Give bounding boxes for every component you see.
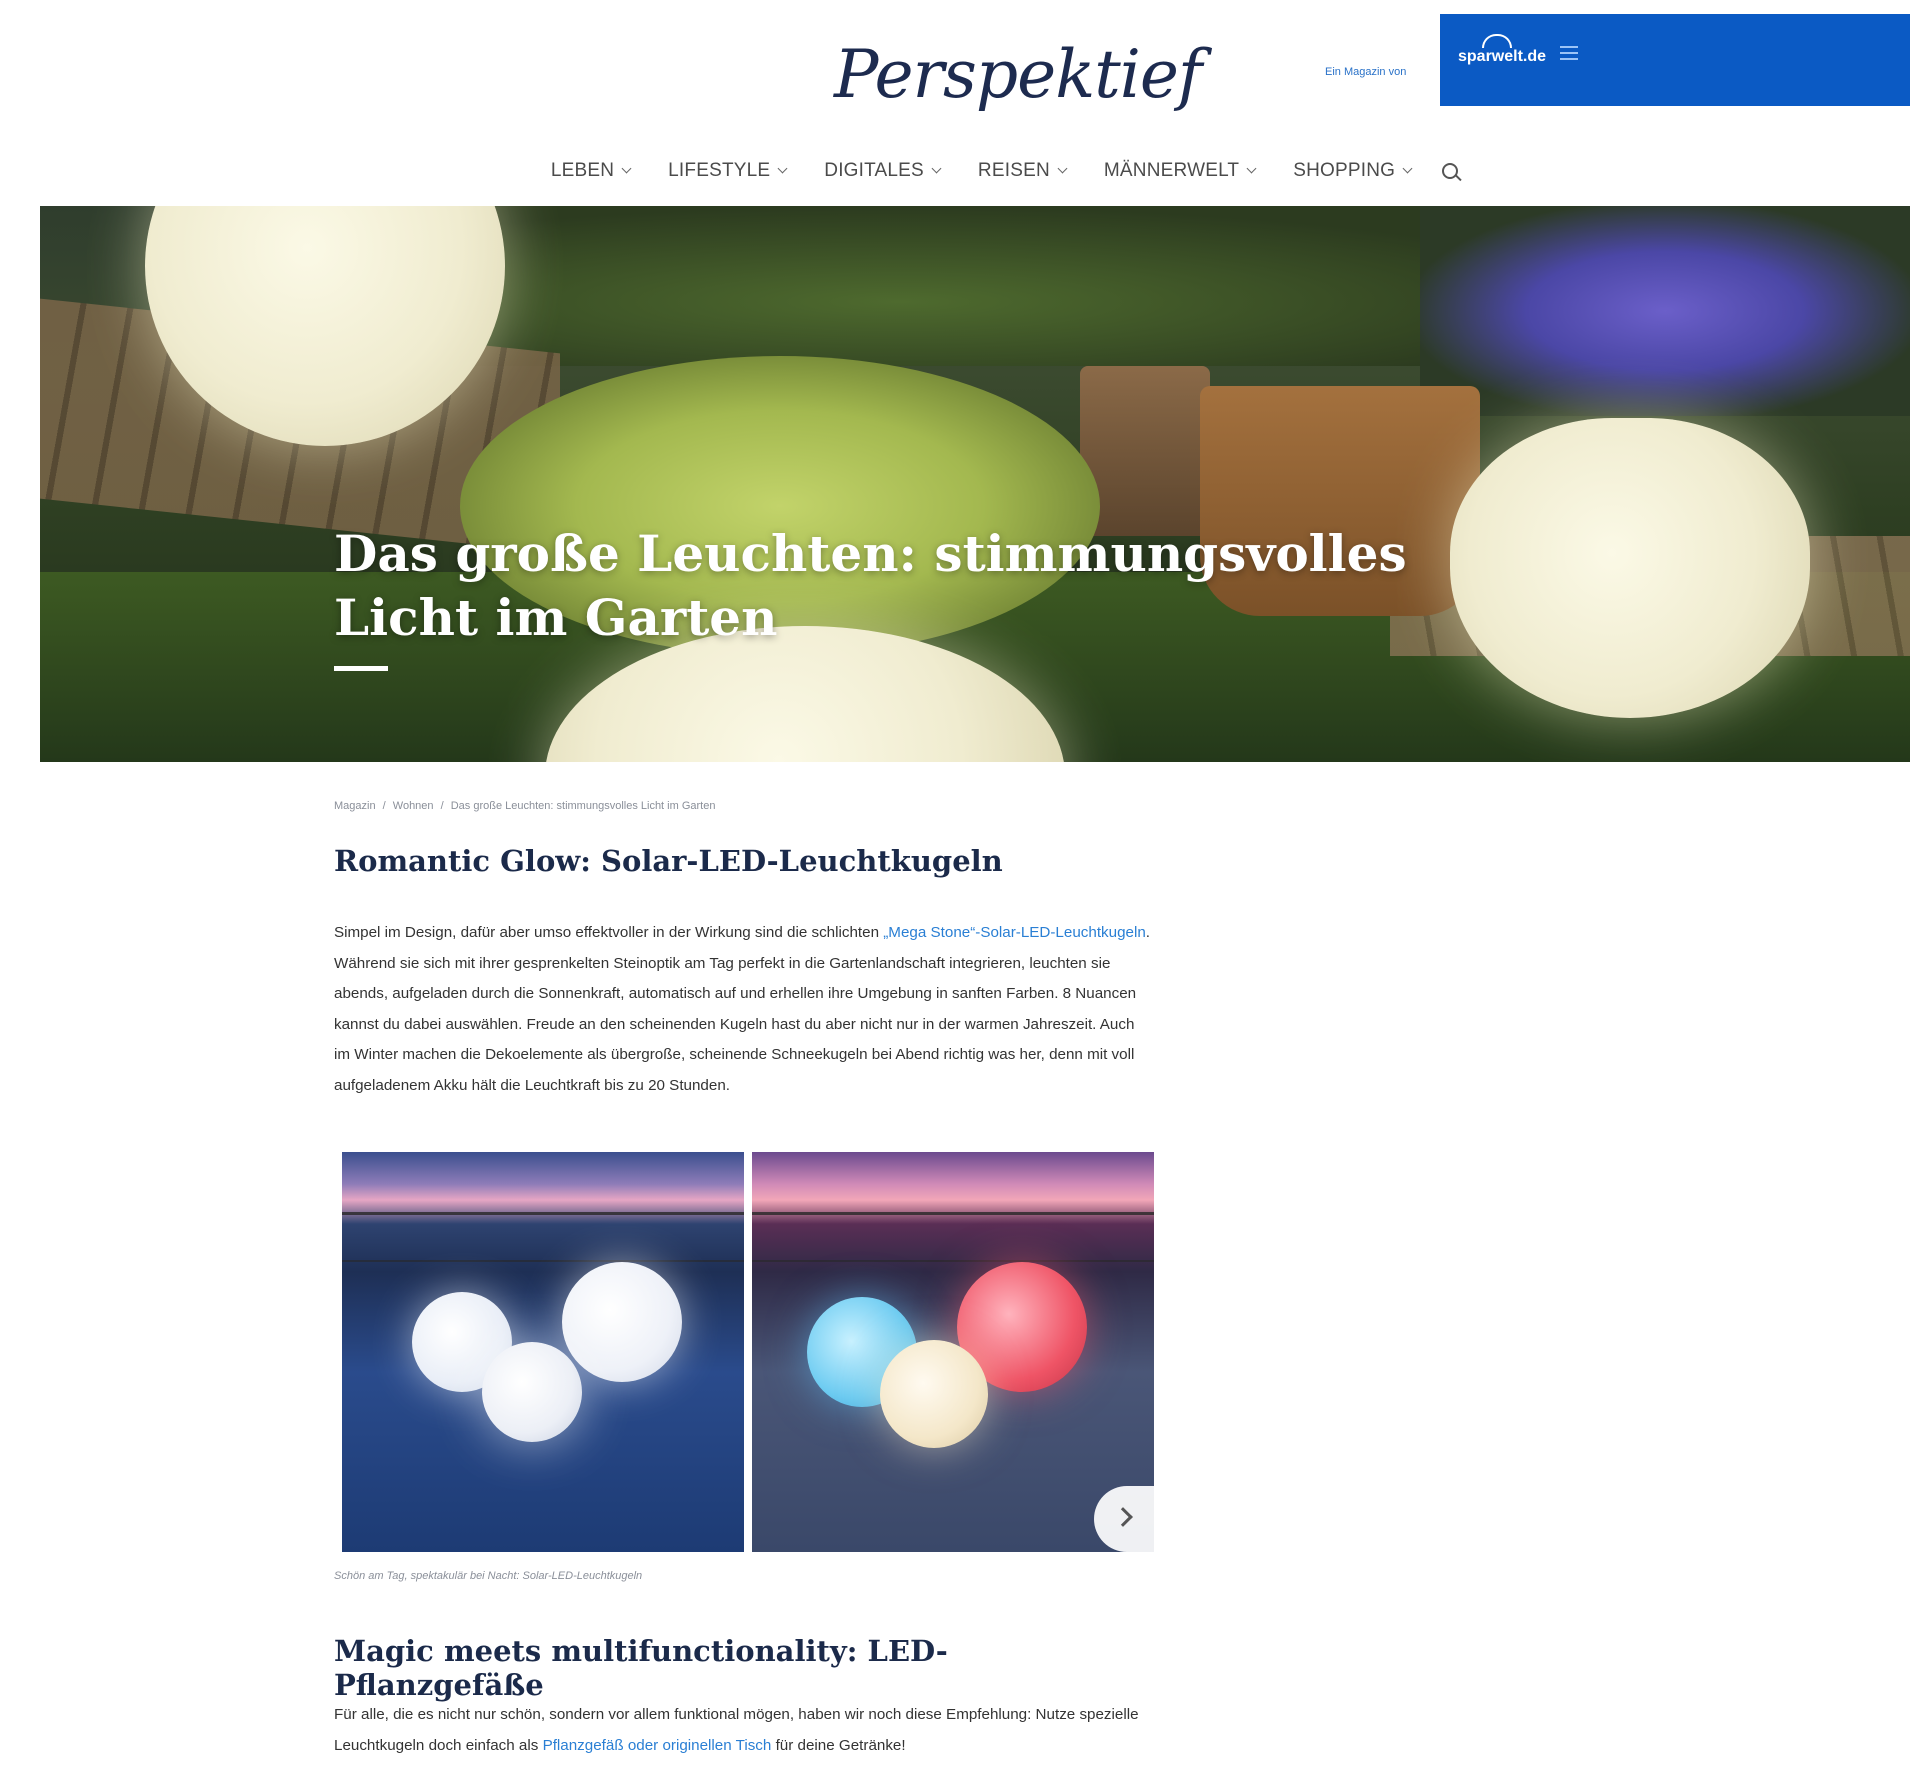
- page-title: Das große Leuchten: stimmungsvolles Lich…: [334, 524, 1407, 647]
- image-gallery: [342, 1152, 1154, 1552]
- paragraph-text: Simpel im Design, dafür aber umso effekt…: [334, 924, 884, 941]
- chevron-down-icon: [621, 163, 632, 174]
- nav-item-maennerwelt[interactable]: MÄNNERWELT: [1103, 160, 1257, 182]
- railing-graphic: [342, 1212, 744, 1262]
- nav-label: SHOPPING: [1293, 160, 1396, 181]
- product-link[interactable]: „Mega Stone“-Solar-LED-Leuchtkugeln: [883, 924, 1146, 941]
- railing-graphic: [752, 1212, 1154, 1262]
- nav-item-reisen[interactable]: REISEN: [977, 160, 1068, 182]
- section-heading: Romantic Glow: Solar-LED-Leuchtkugeln: [334, 844, 1003, 878]
- product-link[interactable]: Pflanzgefäß oder originellen Tisch: [543, 1737, 772, 1754]
- article-paragraph: Simpel im Design, dafür aber umso effekt…: [334, 918, 1154, 1101]
- glow-ball: [482, 1342, 582, 1442]
- breadcrumb-link[interactable]: Wohnen: [393, 800, 434, 812]
- nav-item-leben[interactable]: LEBEN: [550, 160, 632, 182]
- nav-label: MÄNNERWELT: [1103, 160, 1240, 181]
- article-paragraph: Für alle, die es nicht nur schön, sonder…: [334, 1700, 1154, 1761]
- chevron-right-icon: [1113, 1507, 1133, 1527]
- breadcrumb-separator: /: [440, 800, 444, 812]
- chevron-down-icon: [1246, 163, 1257, 174]
- brand-label: sparwelt.de: [1458, 48, 1547, 65]
- hero-glow-ball: [1450, 418, 1810, 718]
- brand-bar: sparwelt.de: [1440, 14, 1910, 106]
- chevron-down-icon: [777, 163, 788, 174]
- article-content: Magazin / Wohnen / Das große Leuchten: s…: [334, 800, 1154, 1754]
- nav-item-digitales[interactable]: DIGITALES: [824, 160, 942, 182]
- breadcrumb-current: Das große Leuchten: stimmungsvolles Lich…: [450, 800, 716, 812]
- gallery-image[interactable]: [342, 1152, 744, 1552]
- house-icon: [1482, 34, 1512, 48]
- hero-flowers: [1420, 206, 1910, 416]
- page: Perspektief Ein Magazin von sparwelt.de …: [40, 14, 1910, 1776]
- glow-ball: [562, 1262, 682, 1382]
- chevron-down-icon: [1402, 163, 1413, 174]
- publisher-text[interactable]: Ein Magazin von: [1325, 66, 1406, 78]
- paragraph-text: . Während sie sich mit ihrer gesprenkelt…: [334, 924, 1151, 1094]
- nav-label: REISEN: [977, 160, 1050, 181]
- chevron-down-icon: [1057, 163, 1068, 174]
- hero-banner: Das große Leuchten: stimmungsvolles Lich…: [40, 206, 1910, 762]
- main-navigation: LEBEN LIFESTYLE DIGITALES REISEN MÄNNERW…: [40, 160, 1910, 182]
- nav-label: DIGITALES: [824, 160, 924, 181]
- paragraph-text: für deine Getränke!: [771, 1736, 906, 1754]
- nav-label: LEBEN: [550, 160, 615, 181]
- nav-item-shopping[interactable]: SHOPPING: [1293, 160, 1413, 182]
- glow-ball: [880, 1340, 988, 1448]
- nav-label: LIFESTYLE: [668, 160, 771, 181]
- title-underline: [334, 666, 388, 671]
- breadcrumb: Magazin / Wohnen / Das große Leuchten: s…: [334, 800, 1154, 812]
- hamburger-menu-icon[interactable]: [1560, 46, 1578, 60]
- site-header: Perspektief Ein Magazin von sparwelt.de …: [40, 14, 1910, 204]
- gallery-next-button[interactable]: [1094, 1486, 1154, 1552]
- section-heading: Magic meets multifunctionality: LED-Pfla…: [334, 1634, 948, 1702]
- chevron-down-icon: [931, 163, 942, 174]
- search-icon[interactable]: [1442, 163, 1459, 179]
- breadcrumb-link[interactable]: Magazin: [334, 800, 376, 812]
- breadcrumb-separator: /: [382, 800, 386, 812]
- brand-logo[interactable]: sparwelt.de: [1458, 34, 1547, 66]
- gallery-image[interactable]: [752, 1152, 1154, 1552]
- gallery-caption: Schön am Tag, spektakulär bei Nacht: Sol…: [334, 1570, 643, 1582]
- nav-item-lifestyle[interactable]: LIFESTYLE: [668, 160, 788, 182]
- site-logo[interactable]: Perspektief: [834, 36, 1202, 113]
